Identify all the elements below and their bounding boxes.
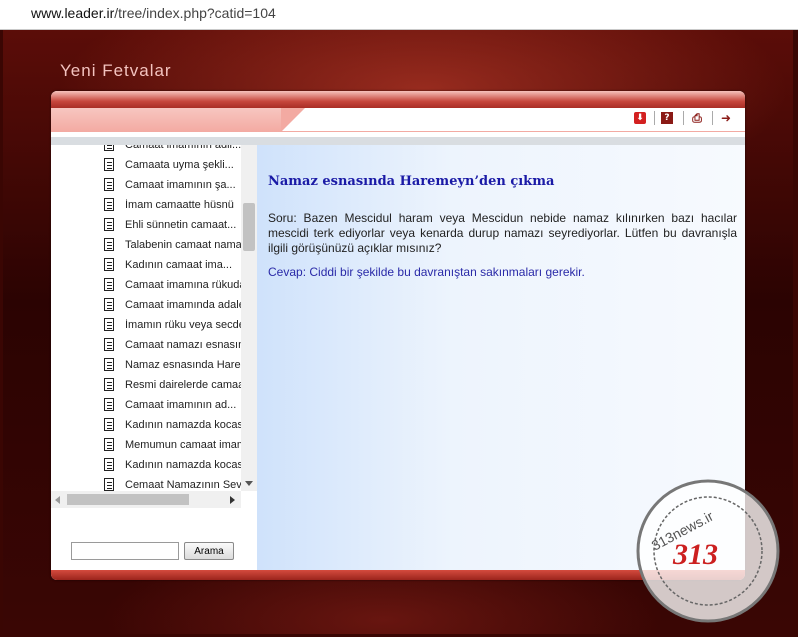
tree-item[interactable]: Namaz esnasında Harem	[104, 356, 241, 376]
tree-pane: Camaat imamının adil... Camaata uyma şekl…	[51, 145, 257, 570]
url-text[interactable]: www.leader.ir/tree/index.php?catid=104	[31, 5, 276, 21]
tree-item-label[interactable]: İmam camaatte hüsnü	[125, 199, 241, 211]
document-icon	[104, 218, 114, 231]
tree-item-label[interactable]: Camaat imamına rükuda	[125, 279, 241, 291]
tree-item[interactable]: Ehli sünnetin camaat...	[104, 216, 241, 236]
panel-header-bar	[51, 91, 745, 108]
toolbar-separator	[712, 111, 713, 125]
tree-item[interactable]: Camaat namazı esnasında	[104, 336, 241, 356]
document-icon	[104, 178, 114, 191]
tree-item[interactable]: Cemaat Namazının Sevab	[104, 476, 241, 491]
tree-item-label[interactable]: Cemaat Namazının Sevab	[125, 479, 241, 491]
arrow-icon[interactable]: ➜	[720, 112, 732, 124]
scroll-left-arrow-icon[interactable]	[55, 496, 60, 504]
scroll-down-arrow-icon[interactable]	[245, 481, 253, 486]
url-domain: www.leader.ir	[31, 5, 115, 21]
horizontal-scrollbar[interactable]	[51, 491, 241, 508]
document-icon	[104, 258, 114, 271]
article-title: Namaz esnasında Haremeyn’den çıkma	[268, 174, 555, 189]
tree-item-label[interactable]: Memumun camaat imamı	[125, 439, 241, 451]
article-question: Soru: Bazen Mescidul haram veya Mescidun…	[268, 211, 737, 255]
document-icon	[104, 158, 114, 171]
tree-item-label[interactable]: Kadının camaat ima...	[125, 259, 241, 271]
tree-item[interactable]: Camaata uyma şekli...	[104, 156, 241, 176]
news-watermark-stamp: 313news.ir 313	[636, 479, 780, 623]
tree-item[interactable]: Resmi dairelerde camaat	[104, 376, 241, 396]
document-icon	[104, 198, 114, 211]
tree-item[interactable]: Camaat imamında adalet	[104, 296, 241, 316]
tree-item-label[interactable]: İmamın rüku veya secde	[125, 319, 241, 331]
tree-item[interactable]: Camaat imamının ad...	[104, 396, 241, 416]
toolbar: ⬇ ? ⎙ ➜	[51, 108, 745, 138]
scroll-right-arrow-icon[interactable]	[230, 496, 235, 504]
tree-list: Camaat imamının adil... Camaata uyma şekl…	[51, 145, 241, 491]
tree-item[interactable]: Kadının namazda kocasın	[104, 456, 241, 476]
document-icon	[104, 398, 114, 411]
tree-item-label[interactable]: Camaat imamının adil...	[125, 145, 241, 151]
download-icon[interactable]: ⬇	[634, 112, 646, 124]
document-icon	[104, 378, 114, 391]
search-input[interactable]	[71, 542, 179, 560]
tree-item[interactable]: Kadının camaat ima...	[104, 256, 241, 276]
tree-item-label[interactable]: Camaat namazı esnasında	[125, 339, 241, 351]
search-button[interactable]: Arama	[184, 542, 234, 560]
tree-item-label[interactable]: Kadının namazda kocasın	[125, 419, 241, 431]
tree-item[interactable]: Camaat imamına rükuda	[104, 276, 241, 296]
tree-item-label[interactable]: Camaat imamında adalet	[125, 299, 241, 311]
url-path: /tree/index.php?catid=104	[114, 5, 276, 21]
address-bar[interactable]: www.leader.ir/tree/index.php?catid=104	[0, 0, 798, 30]
document-icon	[104, 238, 114, 251]
document-icon	[104, 338, 114, 351]
toolbar-separator	[683, 111, 684, 125]
tree-item-label[interactable]: Namaz esnasında Harem	[125, 359, 241, 371]
document-icon	[104, 418, 114, 431]
tree-item-label[interactable]: Kadının namazda kocasın	[125, 459, 241, 471]
tree-item[interactable]: Memumun camaat imamı	[104, 436, 241, 456]
tree-item[interactable]: Talabenin camaat namaz	[104, 236, 241, 256]
scrollbar-thumb[interactable]	[243, 203, 255, 251]
toolbar-divider-line	[281, 131, 745, 132]
toolbar-tab-shape	[51, 108, 305, 132]
tree-item[interactable]: İmamın rüku veya secde	[104, 316, 241, 336]
document-icon	[104, 318, 114, 331]
tree-item-label[interactable]: Ehli sünnetin camaat...	[125, 219, 241, 231]
document-icon	[104, 298, 114, 311]
scrollbar-thumb[interactable]	[67, 494, 189, 505]
vertical-scrollbar[interactable]	[241, 145, 257, 491]
tree-item-label[interactable]: Camaat imamının şa...	[125, 179, 241, 191]
document-icon	[104, 438, 114, 451]
document-icon	[104, 278, 114, 291]
document-icon	[104, 358, 114, 371]
document-icon	[104, 458, 114, 471]
tree-item[interactable]: Camaat imamının adil...	[104, 145, 241, 156]
toolbar-bottom-strip	[51, 137, 745, 145]
document-icon	[104, 145, 114, 151]
tree-item-label[interactable]: Camaata uyma şekli...	[125, 159, 241, 171]
tree-item[interactable]: Camaat imamının şa...	[104, 176, 241, 196]
help-icon[interactable]: ?	[661, 112, 673, 124]
article-answer: Cevap: Ciddi bir şekilde bu davranıştan …	[268, 265, 585, 279]
watermark-number: 313	[672, 538, 718, 571]
document-icon	[104, 478, 114, 491]
tree-item-label[interactable]: Camaat imamının ad...	[125, 399, 241, 411]
tree-item[interactable]: Kadının namazda kocasın	[104, 416, 241, 436]
tree-item[interactable]: İmam camaatte hüsnü	[104, 196, 241, 216]
print-icon[interactable]: ⎙	[691, 112, 703, 124]
tree-item-label[interactable]: Talabenin camaat namaz	[125, 239, 241, 251]
page-title: Yeni Fetvalar	[60, 61, 172, 80]
tree-item-label[interactable]: Resmi dairelerde camaat	[125, 379, 241, 391]
toolbar-separator	[654, 111, 655, 125]
